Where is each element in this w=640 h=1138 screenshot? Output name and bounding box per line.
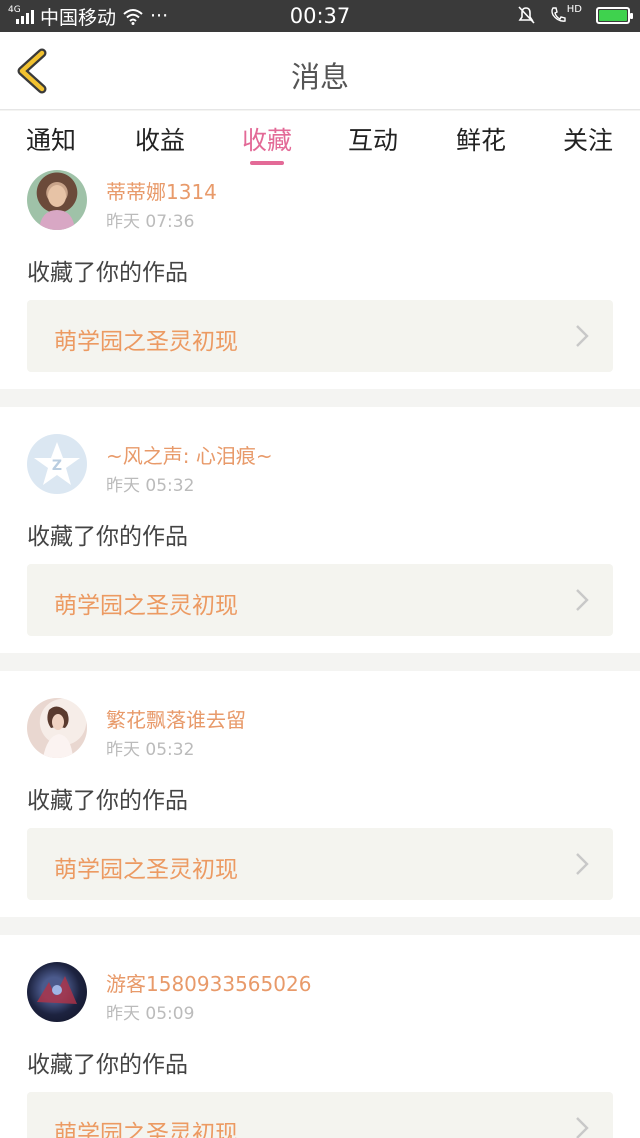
- user-avatar[interactable]: [27, 962, 87, 1022]
- username[interactable]: 游客1580933565026: [106, 968, 311, 997]
- battery-icon: [596, 6, 633, 24]
- list-item: Z ~风之声: 心泪痕~ 昨天 05:32 收藏了你的作品 萌学园之圣灵初现: [0, 407, 640, 653]
- tab-interactions[interactable]: 互动: [348, 121, 398, 157]
- action-text: 收藏了你的作品: [27, 788, 188, 814]
- timestamp: 昨天 05:32: [106, 476, 195, 496]
- tab-bar: 通知 收益 收藏 互动 鲜花 关注: [0, 111, 640, 167]
- work-title: 萌学园之圣灵初现: [54, 593, 238, 619]
- timestamp: 昨天 05:09: [106, 1004, 195, 1024]
- favorites-feed: 蒂蒂娜1314 昨天 07:36 收藏了你的作品 萌学园之圣灵初现 Z ~风之声…: [0, 167, 640, 1138]
- tab-follows[interactable]: 关注: [563, 121, 613, 157]
- list-item: 蒂蒂娜1314 昨天 07:36 收藏了你的作品 萌学园之圣灵初现: [0, 167, 640, 389]
- work-title: 萌学园之圣灵初现: [54, 1121, 238, 1138]
- username[interactable]: ~风之声: 心泪痕~: [106, 440, 273, 469]
- svg-text:Z: Z: [52, 458, 62, 474]
- chevron-right-icon: [576, 853, 589, 875]
- action-text: 收藏了你的作品: [27, 1052, 188, 1078]
- work-title: 萌学园之圣灵初现: [54, 857, 238, 883]
- username[interactable]: 繁花飘落谁去留: [106, 704, 246, 733]
- username[interactable]: 蒂蒂娜1314: [106, 176, 217, 205]
- user-avatar[interactable]: [27, 698, 87, 758]
- work-link[interactable]: 萌学园之圣灵初现: [27, 828, 613, 900]
- tab-flowers[interactable]: 鲜花: [456, 121, 506, 157]
- chevron-right-icon: [576, 325, 589, 347]
- chevron-right-icon: [576, 589, 589, 611]
- action-text: 收藏了你的作品: [27, 524, 188, 550]
- active-tab-indicator: [250, 161, 284, 165]
- hd-call-icon: HD: [550, 4, 582, 24]
- page-title: 消息: [290, 60, 349, 94]
- timestamp: 昨天 05:32: [106, 740, 195, 760]
- user-avatar[interactable]: [27, 170, 87, 230]
- tab-earnings[interactable]: 收益: [135, 121, 185, 157]
- list-item: 游客1580933565026 昨天 05:09 收藏了你的作品 萌学园之圣灵初…: [0, 935, 640, 1138]
- action-text: 收藏了你的作品: [27, 260, 188, 286]
- work-link[interactable]: 萌学园之圣灵初现: [27, 300, 613, 372]
- work-title: 萌学园之圣灵初现: [54, 329, 238, 355]
- nav-bar: 消息: [0, 32, 640, 110]
- work-link[interactable]: 萌学园之圣灵初现: [27, 564, 613, 636]
- list-item: 繁花飘落谁去留 昨天 05:32 收藏了你的作品 萌学园之圣灵初现: [0, 671, 640, 917]
- star-icon: Z: [34, 442, 80, 485]
- timestamp: 昨天 07:36: [106, 212, 195, 232]
- mute-bell-icon: [518, 6, 535, 24]
- tab-notifications[interactable]: 通知: [26, 121, 76, 157]
- user-avatar[interactable]: Z: [27, 434, 87, 494]
- status-bar: 4G 中国移动 ··· 00:37 HD: [0, 0, 640, 32]
- tab-favorites[interactable]: 收藏: [242, 121, 292, 157]
- chevron-right-icon: [576, 1117, 589, 1138]
- work-link[interactable]: 萌学园之圣灵初现: [27, 1092, 613, 1138]
